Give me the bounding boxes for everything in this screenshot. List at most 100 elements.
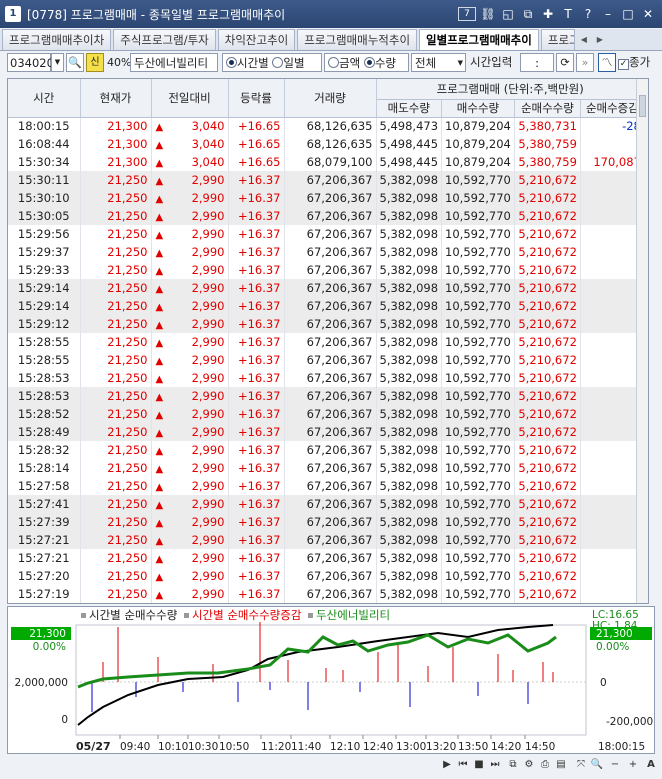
tab-daily-program-trend[interactable]: 일별프로그램매매추이 (419, 29, 539, 50)
col-rate[interactable]: 등락률 (228, 79, 285, 118)
table-row[interactable]: 15:27:41 21,250 ▲ 2,990 +16.37 67,206,367 5,38… (8, 495, 645, 513)
cell-buy-qty: 10,592,770 (441, 477, 515, 495)
table-row[interactable]: 15:28:14 21,250 ▲ 2,990 +16.37 67,206,367 5,38… (8, 459, 645, 477)
cell-net-change (580, 315, 645, 333)
screen-number-button[interactable]: 7 (458, 7, 476, 21)
table-row[interactable]: 15:30:34 21,300 ▲ 3,040 +16.65 68,079,100 5,49… (8, 153, 645, 171)
table-row[interactable]: 15:30:10 21,250 ▲ 2,990 +16.37 67,206,367 5,38… (8, 189, 645, 207)
window-copy-icon[interactable]: ⧉ (520, 6, 536, 22)
tab-program-trend-chart[interactable]: 프로그램매매추이차 (2, 29, 112, 50)
col-change[interactable]: 전일대비 (151, 79, 229, 118)
time-input[interactable]: : (520, 53, 554, 72)
col-net-change[interactable]: 순매수증감 (580, 99, 645, 118)
settings-icon[interactable]: ⚙ (522, 758, 536, 772)
cell-net-change (580, 441, 645, 459)
font-icon[interactable]: T (560, 6, 576, 22)
up-arrow-icon: ▲ (155, 536, 164, 547)
refresh-icon[interactable]: ⟳ (556, 53, 574, 72)
table-row[interactable]: 15:29:33 21,250 ▲ 2,990 +16.37 67,206,367 5,38… (8, 261, 645, 279)
table-row[interactable]: 15:29:56 21,250 ▲ 2,990 +16.37 67,206,367 5,38… (8, 225, 645, 243)
col-volume[interactable]: 거래량 (284, 79, 377, 118)
table-row[interactable]: 15:28:53 21,250 ▲ 2,990 +16.37 67,206,367 5,38… (8, 387, 645, 405)
table-row[interactable]: 15:28:49 21,250 ▲ 2,990 +16.37 67,206,367 5,38… (8, 423, 645, 441)
radio-time[interactable] (226, 57, 237, 68)
save-icon[interactable]: ▤ (554, 758, 568, 772)
table-row[interactable]: 15:29:14 21,250 ▲ 2,990 +16.37 67,206,367 5,38… (8, 279, 645, 297)
table-row[interactable]: 15:28:53 21,250 ▲ 2,990 +16.37 67,206,367 5,38… (8, 369, 645, 387)
cell-net-change (580, 567, 645, 585)
table-row[interactable]: 15:29:14 21,250 ▲ 2,990 +16.37 67,206,367 5,38… (8, 297, 645, 315)
print-icon[interactable]: ⎙ (538, 758, 552, 772)
cell-net-qty: 5,380,759 (514, 135, 581, 153)
code-dropdown-icon[interactable]: ▼ (51, 53, 64, 72)
zoom-icon[interactable]: 🔍 (590, 758, 604, 772)
font-size-icon[interactable]: A (644, 758, 658, 772)
table-row[interactable]: 15:29:12 21,250 ▲ 2,990 +16.37 67,206,367 5,38… (8, 315, 645, 333)
radio-daily[interactable] (272, 57, 284, 68)
radio-amount[interactable] (328, 57, 339, 68)
link-icon[interactable]: ⛓ (480, 6, 496, 22)
screen-split-icon[interactable]: ◱ (500, 6, 516, 22)
table-row[interactable]: 15:30:05 21,250 ▲ 2,990 +16.37 67,206,367 5,38… (8, 207, 645, 225)
col-price[interactable]: 현재가 (80, 79, 152, 118)
col-sell-qty[interactable]: 매도수량 (376, 99, 443, 118)
cell-volume: 67,206,367 (284, 423, 377, 441)
right-price-badge: 21,300 (596, 628, 633, 640)
last-page-icon[interactable]: ⏭ (488, 758, 502, 772)
cell-price: 21,250 (80, 531, 152, 549)
table-row[interactable]: 15:27:39 21,250 ▲ 2,990 +16.37 67,206,367 5,38… (8, 513, 645, 531)
table-row[interactable]: 15:27:19 21,250 ▲ 2,990 +16.37 67,206,367 5,38… (8, 585, 645, 603)
table-row[interactable]: 15:27:20 21,250 ▲ 2,990 +16.37 67,206,367 5,38… (8, 567, 645, 585)
tab-program-cumulative[interactable]: 프로그램매매누적추이 (297, 29, 418, 50)
pin-icon[interactable]: ✚ (540, 6, 556, 22)
zoom-in-icon[interactable]: + (626, 758, 640, 772)
help-icon[interactable]: ? (580, 6, 596, 22)
cell-buy-qty: 10,592,770 (441, 441, 515, 459)
search-icon[interactable]: 🔍 (66, 53, 84, 72)
table-row[interactable]: 15:27:21 21,250 ▲ 2,990 +16.37 67,206,367 5,38… (8, 549, 645, 567)
window-icon[interactable]: ⧉ (506, 758, 520, 772)
table-row[interactable]: 15:29:37 21,250 ▲ 2,990 +16.37 67,206,367 5,38… (8, 243, 645, 261)
table-row[interactable]: 16:08:44 21,300 ▲ 3,040 +16.65 68,126,635 5,49… (8, 135, 645, 153)
table-row[interactable]: 18:00:15 21,300 ▲ 3,040 +16.65 68,126,635 5,49… (8, 117, 645, 135)
stop-icon[interactable]: ■ (472, 758, 486, 772)
col-buy-qty[interactable]: 매수수량 (441, 99, 515, 118)
table-row[interactable]: 15:27:21 21,250 ▲ 2,990 +16.37 67,206,367 5,38… (8, 531, 645, 549)
col-net-qty[interactable]: 순매수수량 (514, 99, 581, 118)
scrollbar-thumb[interactable] (639, 95, 646, 117)
cell-change: ▲ 2,990 (151, 261, 229, 279)
tab-next-icon[interactable]: ▶ (593, 29, 607, 50)
table-row[interactable]: 15:28:55 21,250 ▲ 2,990 +16.37 67,206,367 5,38… (8, 333, 645, 351)
change-value: 2,990 (191, 299, 225, 313)
vertical-scrollbar[interactable] (636, 79, 648, 603)
table-row[interactable]: 15:28:52 21,250 ▲ 2,990 +16.37 67,206,367 5,38… (8, 405, 645, 423)
cell-time: 15:27:58 (8, 477, 81, 495)
close-icon[interactable]: ✕ (640, 6, 656, 22)
table-row[interactable]: 15:27:58 21,250 ▲ 2,990 +16.37 67,206,367 5,38… (8, 477, 645, 495)
program-chart[interactable]: 21,3000.00%2,000,0000LC:16.65HC: 1.8421,… (8, 607, 654, 753)
chart-toggle-icon[interactable]: 〽 (598, 53, 616, 72)
radio-qty[interactable] (363, 57, 375, 68)
scroll-left-icon[interactable]: ▶ (440, 758, 454, 772)
cell-net-change (580, 585, 645, 603)
cell-change: ▲ 2,990 (151, 477, 229, 495)
table-row[interactable]: 15:28:55 21,250 ▲ 2,990 +16.37 67,206,367 5,38… (8, 351, 645, 369)
tab-arbitrage-balance[interactable]: 차익잔고추이 (217, 29, 296, 50)
cell-sell-qty: 5,382,098 (376, 315, 443, 333)
zoom-out-icon[interactable]: − (608, 758, 622, 772)
maximize-icon[interactable]: □ (620, 6, 636, 22)
first-page-icon[interactable]: ⏮ (456, 758, 470, 772)
crosshair-icon[interactable]: ⤧ (574, 758, 588, 772)
table-row[interactable]: 15:28:32 21,250 ▲ 2,990 +16.37 67,206,367 5,38… (8, 441, 645, 459)
next-page-icon[interactable]: » (576, 53, 594, 72)
close-price-checkbox[interactable]: ✓ (618, 59, 629, 70)
minimize-icon[interactable]: – (600, 6, 616, 22)
table-row[interactable]: 15:30:11 21,250 ▲ 2,990 +16.37 67,206,367 5,38… (8, 171, 645, 189)
tab-prev-icon[interactable]: ◀ (577, 29, 591, 50)
market-select[interactable]: 전체 ▼ (411, 53, 466, 72)
tab-stock-program-investor[interactable]: 주식프로그램/투자 (113, 29, 216, 50)
stock-code-input[interactable]: 034020 (7, 53, 54, 72)
cell-buy-qty: 10,592,770 (441, 261, 515, 279)
tab-program-more[interactable]: 프로그 (540, 29, 575, 50)
col-time[interactable]: 시간 (8, 79, 81, 118)
